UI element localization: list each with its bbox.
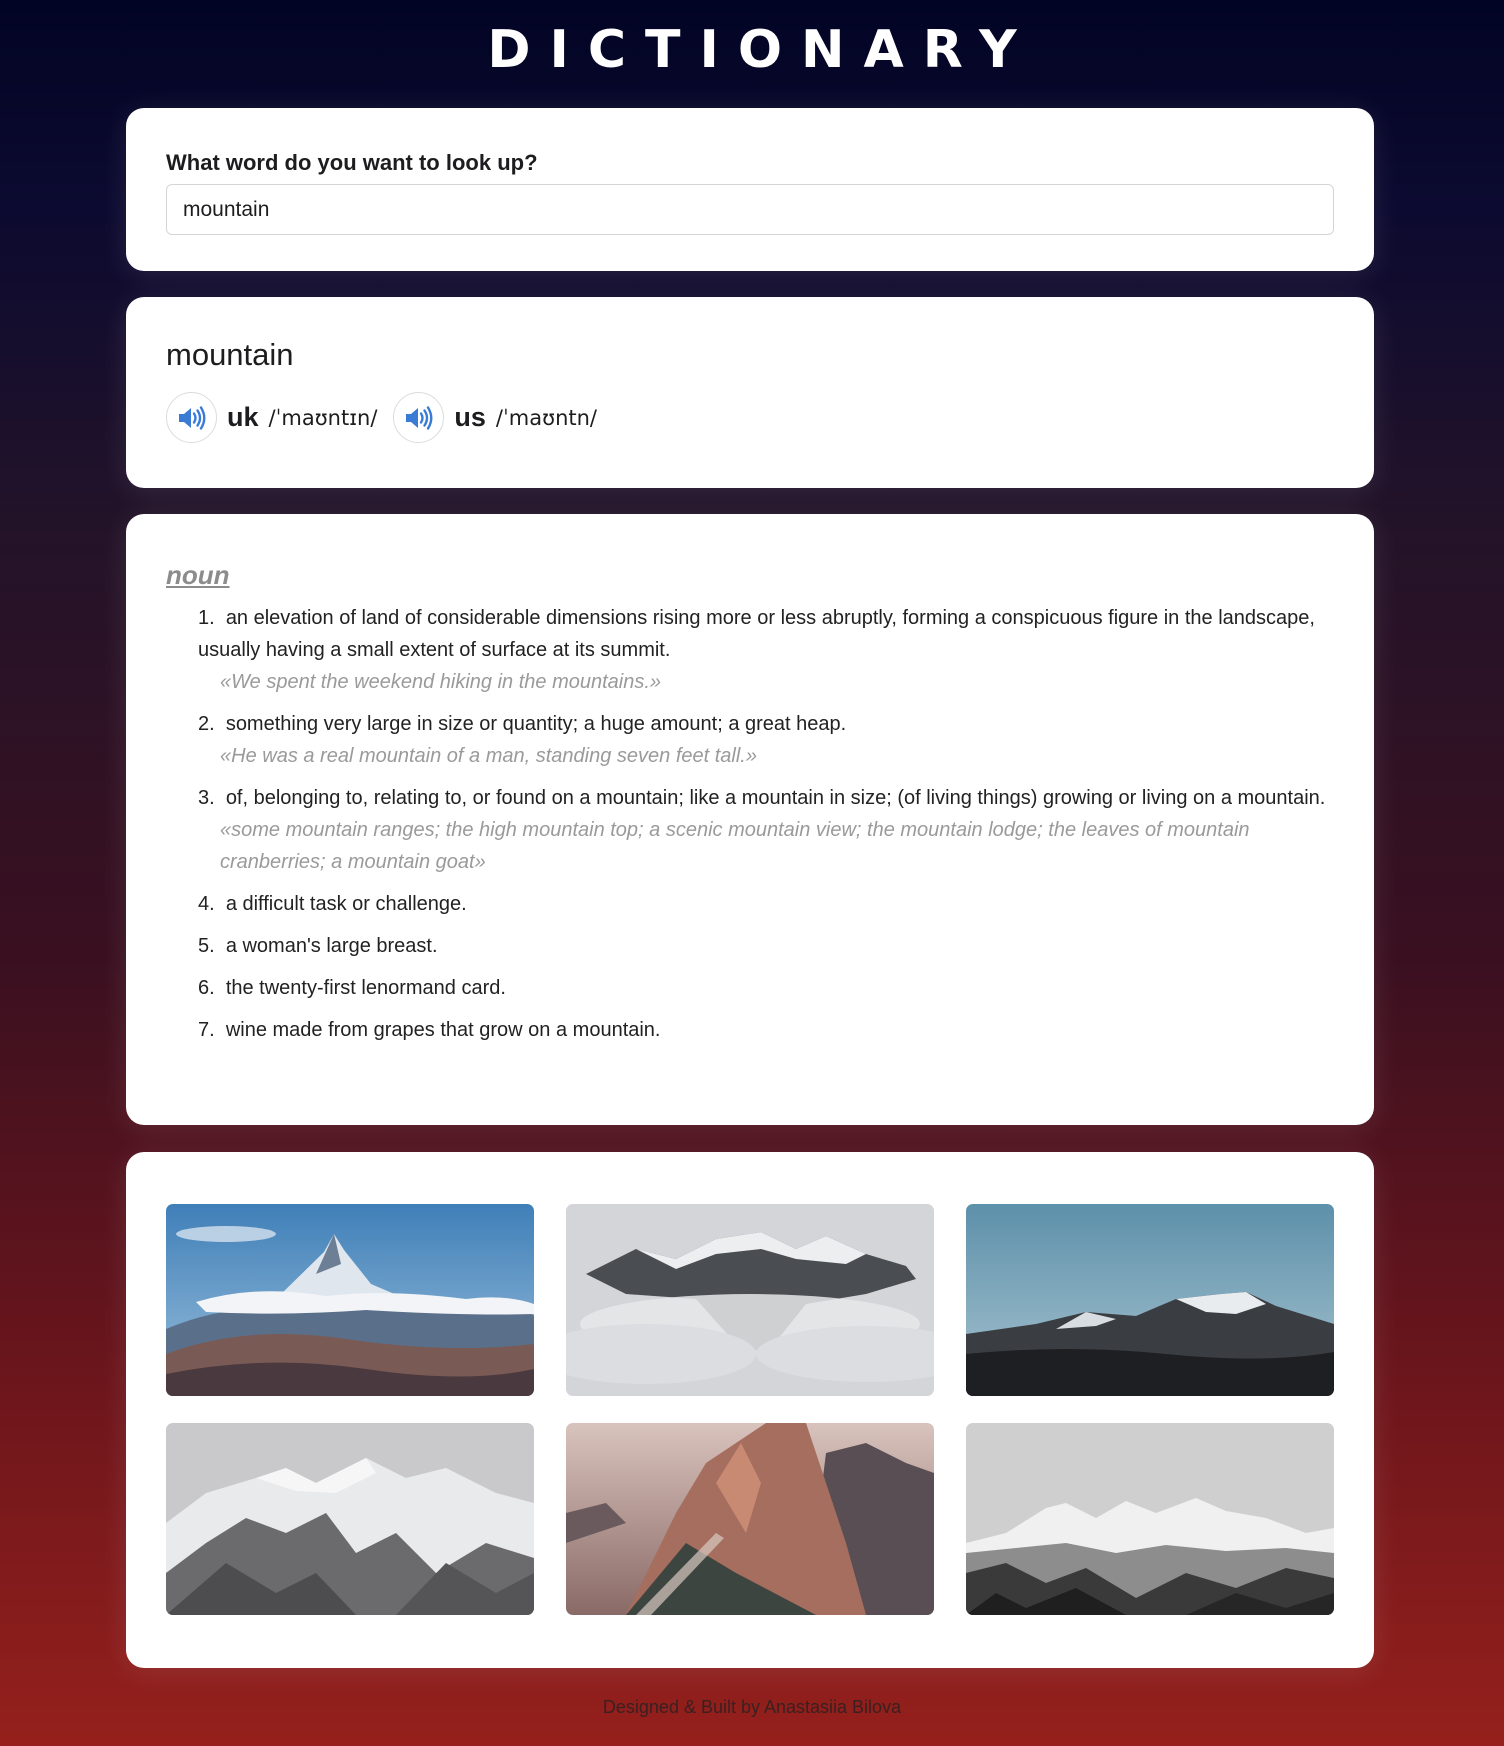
photos-card xyxy=(126,1152,1374,1668)
app-title: DICTIONARY xyxy=(487,20,1036,80)
definition-number: 4. xyxy=(198,893,215,915)
play-audio-uk-button[interactable] xyxy=(166,392,217,443)
definition-number: 3. xyxy=(198,787,215,809)
footer-credit: Designed & Built by Anastasiia Bilova xyxy=(602,1697,902,1717)
photo-mountain-5[interactable] xyxy=(566,1423,934,1615)
phonetic-region: us xyxy=(454,402,486,432)
photo-grid xyxy=(166,1204,1334,1615)
definition-item: 7. wine made from grapes that grow on a … xyxy=(198,1014,1334,1046)
definition-text: wine made from grapes that grow on a mou… xyxy=(225,1019,661,1041)
definition-text: something very large in size or quantity… xyxy=(225,713,847,735)
part-of-speech: noun xyxy=(166,560,230,590)
definition-number: 2. xyxy=(198,713,215,735)
definition-text: the twenty-first lenormand card. xyxy=(225,977,506,999)
definition-text: an elevation of land of considerable dim… xyxy=(198,607,1315,661)
definition-item: 1. an elevation of land of considerable … xyxy=(198,602,1334,698)
definition-item: 2. something very large in size or quant… xyxy=(198,708,1334,772)
photo-mountain-4[interactable] xyxy=(166,1423,534,1615)
definition-example: «some mountain ranges; the high mountain… xyxy=(220,819,1250,873)
phonetics: uk /ˈmaʊntɪn/ us /ˈmaʊntn/ xyxy=(166,392,1334,443)
definition-example: «We spent the weekend hiking in the moun… xyxy=(220,671,662,693)
definition-number: 1. xyxy=(198,607,215,629)
photo-mountain-6[interactable] xyxy=(966,1423,1334,1615)
definition-item: 6. the twenty-first lenormand card. xyxy=(198,972,1334,1004)
definition-text: a difficult task or challenge. xyxy=(225,893,467,915)
speaker-icon xyxy=(178,405,205,430)
definition-item: 4. a difficult task or challenge. xyxy=(198,888,1334,920)
definition-item: 5. a woman's large breast. xyxy=(198,930,1334,962)
phonetic-region: uk xyxy=(227,402,259,432)
play-audio-us-button[interactable] xyxy=(393,392,445,443)
definition-item: 3. of, belonging to, relating to, or fou… xyxy=(198,782,1334,878)
search-input[interactable] xyxy=(166,184,1334,235)
photo-mountain-1[interactable] xyxy=(166,1204,534,1396)
phonetic-ipa: /ˈmaʊntɪn/ xyxy=(268,405,378,430)
phonetic-uk: uk /ˈmaʊntɪn/ xyxy=(166,392,377,443)
phonetic-us: us /ˈmaʊntn/ xyxy=(393,392,597,443)
definition-number: 7. xyxy=(198,1019,215,1041)
speaker-icon xyxy=(405,405,433,430)
search-label: What word do you want to look up? xyxy=(166,150,538,175)
definition-example: «He was a real mountain of a man, standi… xyxy=(220,745,757,767)
phonetic-ipa: /ˈmaʊntn/ xyxy=(495,405,597,430)
search-card: What word do you want to look up? xyxy=(126,108,1374,271)
meaning-card: noun 1. an elevation of land of consider… xyxy=(126,514,1374,1125)
headword: mountain xyxy=(166,337,294,372)
definition-text: a woman's large breast. xyxy=(225,935,438,957)
definition-text: of, belonging to, relating to, or found … xyxy=(225,787,1326,809)
definition-number: 5. xyxy=(198,935,215,957)
word-card: mountain uk /ˈmaʊntɪn/ us /ˈmaʊntn/ xyxy=(126,297,1374,488)
definition-list: 1. an elevation of land of considerable … xyxy=(166,602,1334,1046)
definition-number: 6. xyxy=(198,977,215,999)
photo-mountain-3[interactable] xyxy=(966,1204,1334,1396)
photo-mountain-2[interactable] xyxy=(566,1204,934,1396)
